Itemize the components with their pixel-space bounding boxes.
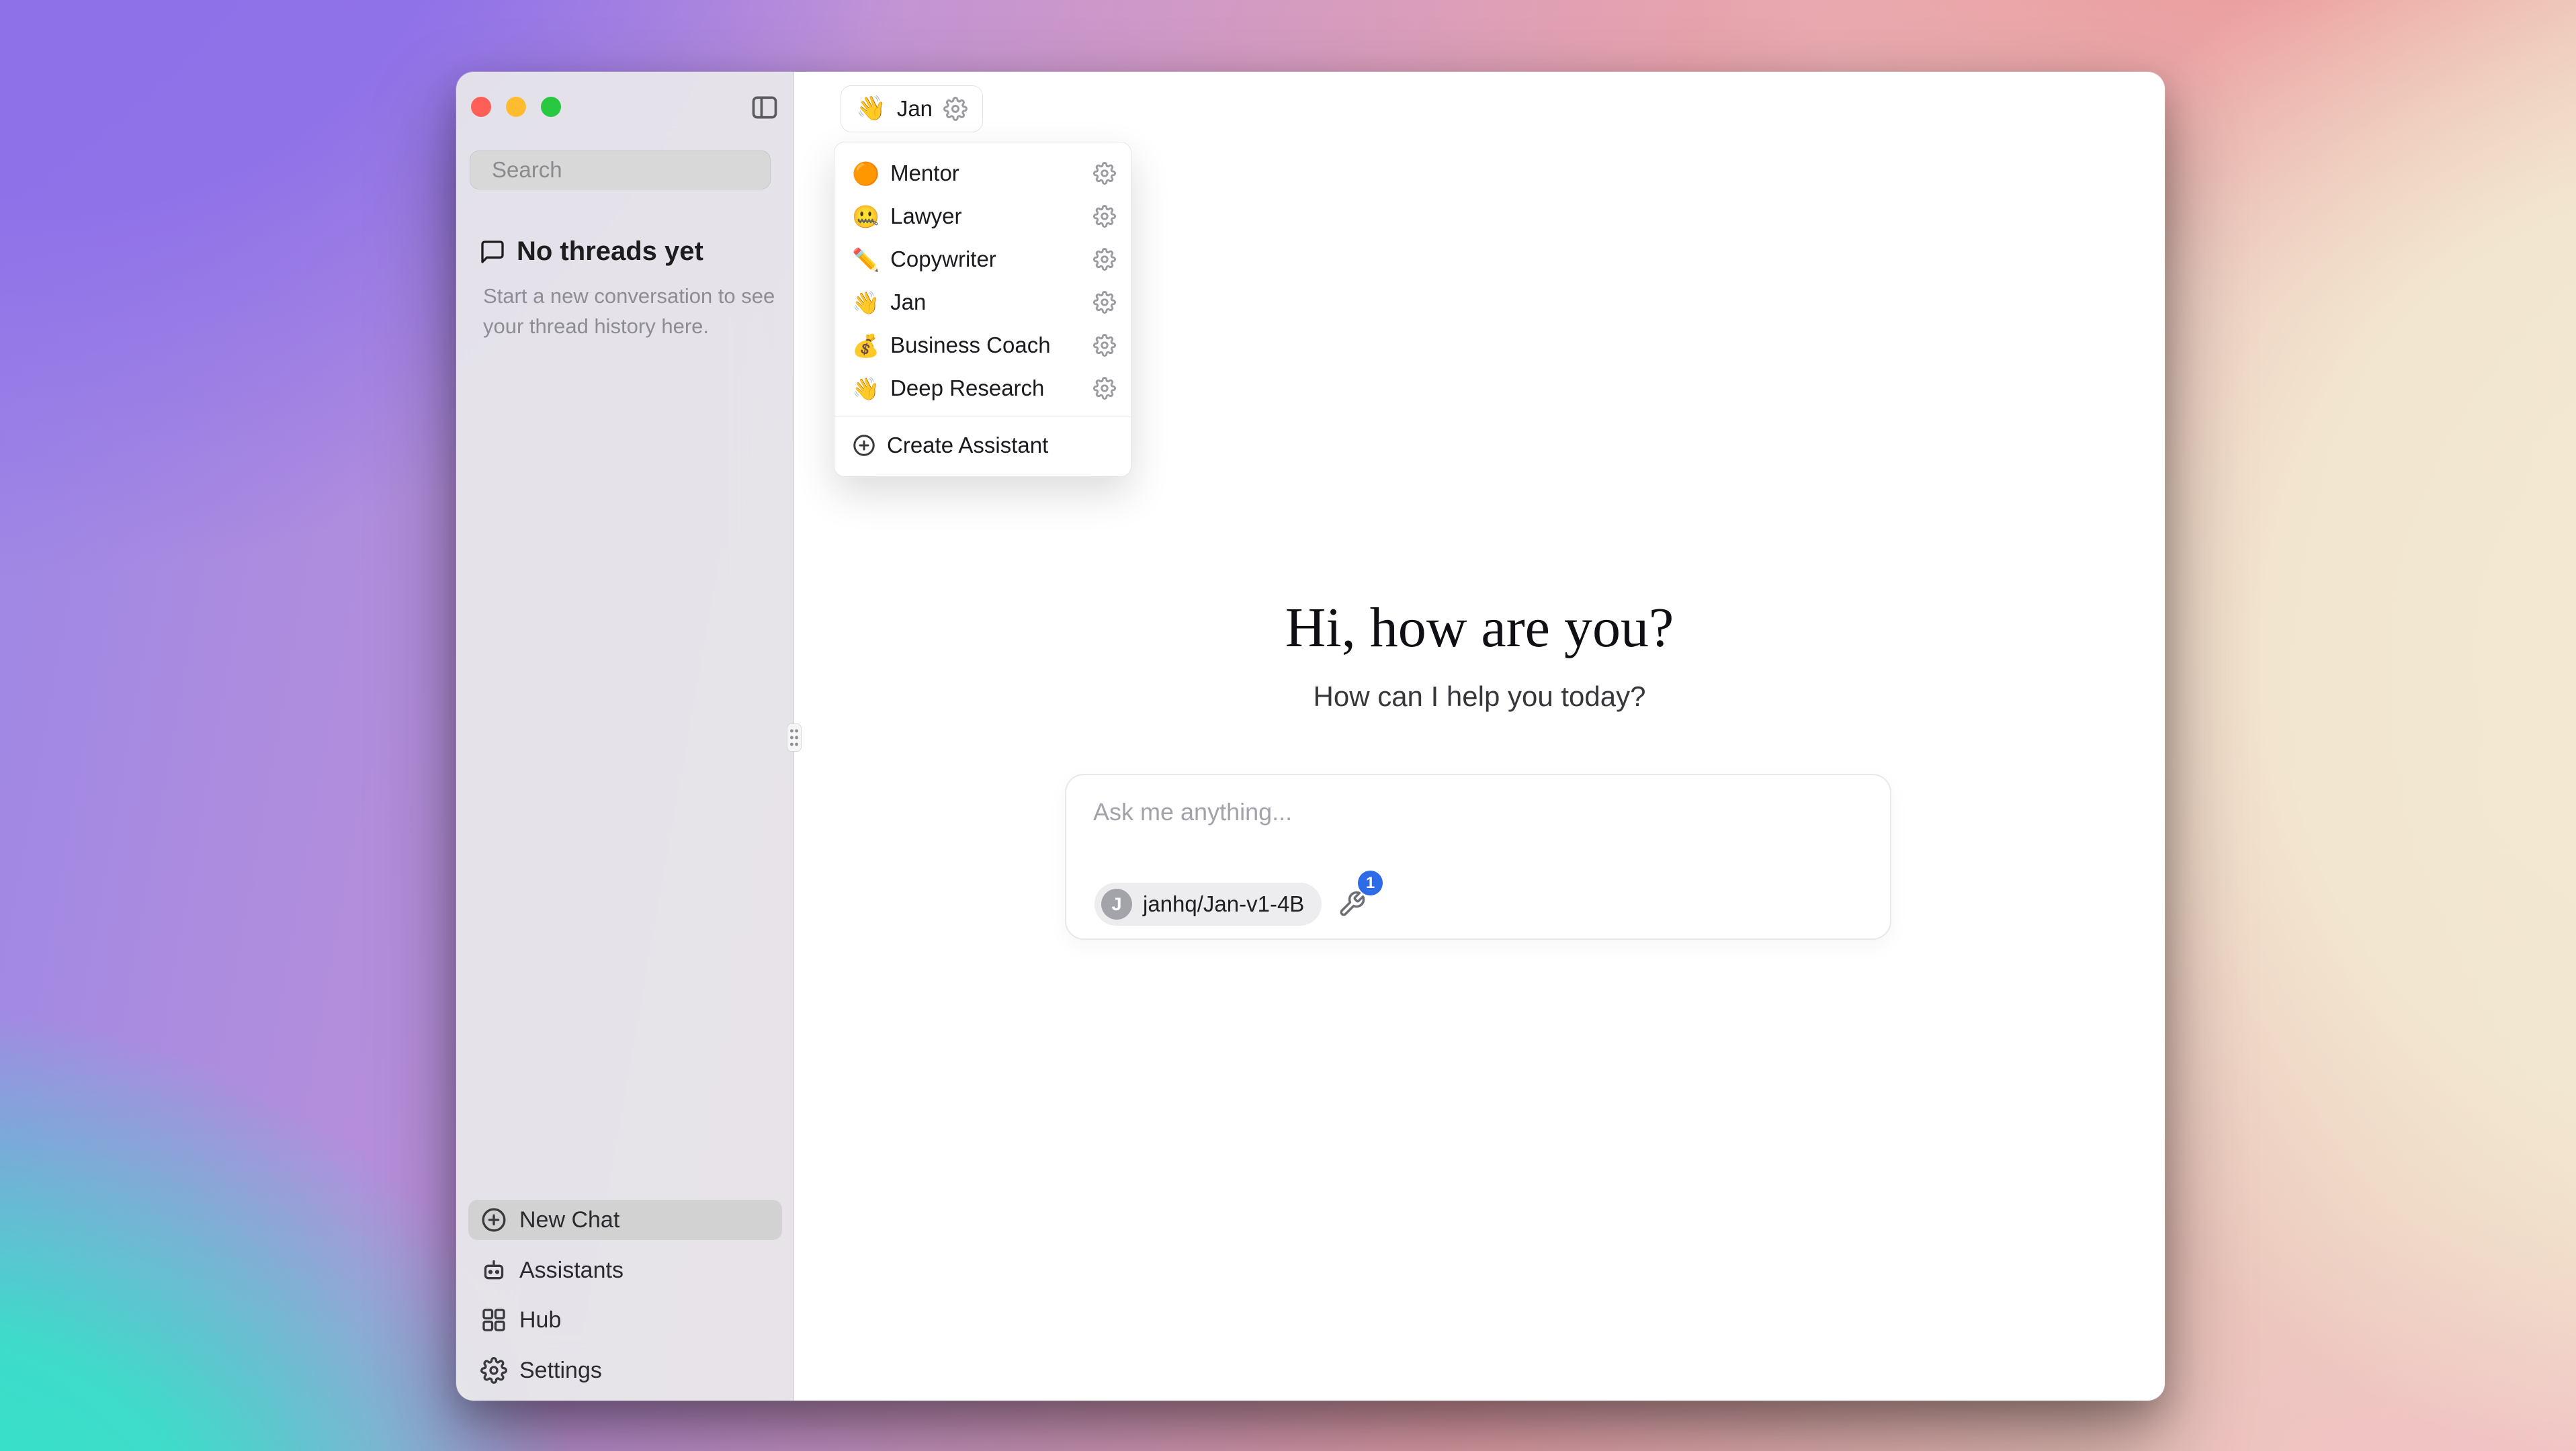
create-assistant-button[interactable]: Create Assistant <box>834 424 1131 467</box>
assistant-emoji: 💰 <box>852 335 879 357</box>
tools-count-badge: 1 <box>1358 871 1383 895</box>
gear-icon[interactable] <box>1093 334 1116 357</box>
assistant-menu-item-label: Deep Research <box>890 376 1044 401</box>
assistant-emoji: 👋 <box>852 378 879 400</box>
assistant-emoji: ✏️ <box>852 249 879 271</box>
assistant-menu-item-label: Jan <box>890 290 926 315</box>
gear-icon <box>480 1357 507 1384</box>
empty-state-description: Start a new conversation to see your thr… <box>483 281 793 342</box>
model-selector-button[interactable]: J janhq/Jan-v1-4B <box>1094 883 1322 926</box>
assistant-selector-button[interactable]: 👋 Jan <box>841 85 983 132</box>
assistant-menu-item-label: Lawyer <box>890 204 961 229</box>
assistant-menu-item-lawyer[interactable]: 🤐 Lawyer <box>834 195 1131 238</box>
plus-circle-icon <box>480 1206 507 1233</box>
main-panel: 👋 Jan 🟠 Mentor 🤐 Lawyer ✏️ Copywriter <box>794 72 2165 1401</box>
sidebar: No threads yet Start a new conversation … <box>456 72 794 1401</box>
greeting-title: Hi, how are you? <box>794 595 2165 660</box>
sidebar-item-label: Hub <box>519 1307 561 1333</box>
plus-circle-icon <box>852 433 876 457</box>
grid-icon <box>480 1307 507 1333</box>
tools-button[interactable]: 1 <box>1333 885 1371 923</box>
assistant-menu-item-label: Business Coach <box>890 333 1050 358</box>
gear-icon[interactable] <box>943 97 968 121</box>
assistant-menu-item-deep-research[interactable]: 👋 Deep Research <box>834 367 1131 410</box>
assistant-emoji: 👋 <box>852 292 879 314</box>
gear-icon[interactable] <box>1093 377 1116 400</box>
sidebar-toggle-button[interactable] <box>749 92 780 123</box>
panel-resize-handle[interactable] <box>787 723 802 752</box>
model-name: janhq/Jan-v1-4B <box>1143 891 1304 917</box>
create-assistant-label: Create Assistant <box>887 433 1048 458</box>
assistant-menu-item-copywriter[interactable]: ✏️ Copywriter <box>834 238 1131 281</box>
desktop-background: No threads yet Start a new conversation … <box>0 0 2576 1451</box>
window-close-button[interactable] <box>471 97 491 117</box>
empty-state-title: No threads yet <box>479 236 703 267</box>
window-minimize-button[interactable] <box>506 97 526 117</box>
search-field[interactable] <box>470 150 771 189</box>
window-zoom-button[interactable] <box>541 97 561 117</box>
sidebar-item-label: Settings <box>519 1358 602 1384</box>
sidebar-item-settings[interactable]: Settings <box>468 1350 782 1391</box>
assistant-emoji: 🤐 <box>852 206 879 228</box>
assistant-dropdown-menu: 🟠 Mentor 🤐 Lawyer ✏️ Copywriter 👋 Jan <box>834 142 1131 477</box>
gear-icon[interactable] <box>1093 291 1116 314</box>
assistant-emoji: 👋 <box>856 97 886 121</box>
wrench-icon <box>1338 890 1366 918</box>
model-avatar: J <box>1101 889 1132 920</box>
assistant-menu-item-label: Copywriter <box>890 247 996 272</box>
search-input[interactable] <box>492 157 777 183</box>
assistant-name: Jan <box>897 96 933 122</box>
assistant-menu-item-jan[interactable]: 👋 Jan <box>834 281 1131 324</box>
gear-icon[interactable] <box>1093 162 1116 185</box>
sidebar-item-hub[interactable]: Hub <box>468 1300 782 1340</box>
gear-icon[interactable] <box>1093 248 1116 271</box>
sidebar-item-assistants[interactable]: Assistants <box>468 1250 782 1290</box>
assistant-emoji: 🟠 <box>852 163 879 185</box>
assistant-menu-item-mentor[interactable]: 🟠 Mentor <box>834 152 1131 195</box>
menu-divider <box>834 416 1131 417</box>
assistant-menu-item-label: Mentor <box>890 161 959 186</box>
chat-input-card: J janhq/Jan-v1-4B 1 <box>1065 774 1891 940</box>
app-window: No threads yet Start a new conversation … <box>456 72 2165 1401</box>
sidebar-item-label: New Chat <box>519 1207 619 1233</box>
grip-dots-icon <box>787 726 801 750</box>
greeting-subtitle: How can I help you today? <box>794 680 2165 713</box>
gear-icon[interactable] <box>1093 205 1116 228</box>
panel-left-icon <box>750 93 779 122</box>
empty-state-title-text: No threads yet <box>517 236 703 267</box>
sidebar-item-label: Assistants <box>519 1258 624 1284</box>
robot-icon <box>480 1257 507 1284</box>
chat-bubble-icon <box>479 238 506 265</box>
sidebar-item-new-chat[interactable]: New Chat <box>468 1200 782 1240</box>
chat-input[interactable] <box>1093 798 1859 859</box>
assistant-menu-item-business-coach[interactable]: 💰 Business Coach <box>834 324 1131 367</box>
